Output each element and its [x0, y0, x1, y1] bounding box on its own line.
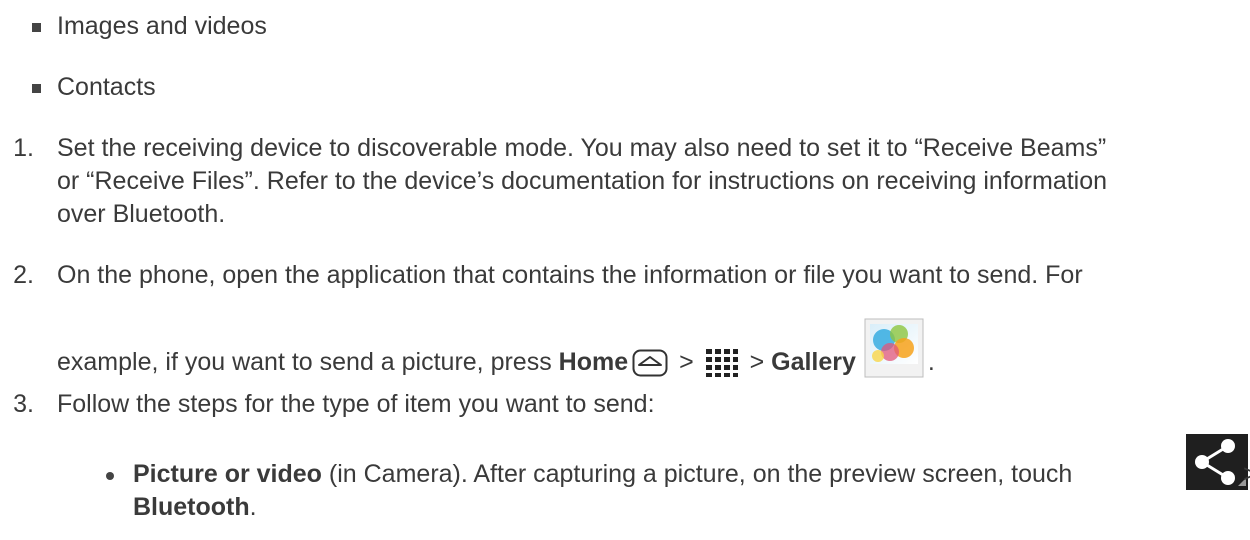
step-line: example, if you want to send a picture, …: [57, 318, 1230, 382]
square-bullet: [32, 84, 41, 93]
home-key-icon: [632, 349, 668, 377]
step-line: or “Receive Files”. Refer to the device’…: [57, 167, 1108, 195]
separator: >: [672, 348, 701, 376]
square-bullet: [32, 23, 41, 32]
sub-bullet-text: (in Camera). After capturing a picture, …: [321, 460, 1073, 488]
step-text: example, if you want to send a picture, …: [57, 348, 559, 376]
bullet-text: Images and videos: [57, 12, 267, 40]
step-line: over Bluetooth.: [57, 200, 226, 228]
bullet-text: Contacts: [57, 73, 156, 101]
step-number: 3.: [13, 390, 34, 418]
period: .: [249, 493, 257, 521]
sub-bullet-body: Picture or video (in Camera). After capt…: [133, 434, 1250, 491]
gallery-app-icon: [864, 318, 924, 378]
period: .: [927, 348, 935, 376]
apps-grid-icon: [705, 348, 739, 378]
share-icon: [1186, 434, 1250, 492]
sub-bullet-line: Bluetooth.: [133, 491, 257, 524]
round-bullet: [106, 472, 114, 480]
sub-bullet-label: Picture or video: [133, 460, 322, 488]
step-number: 1.: [13, 134, 34, 162]
home-label: Home: [558, 348, 629, 376]
step-line: Set the receiving device to discoverable…: [57, 134, 1107, 162]
step-line: Follow the steps for the type of item yo…: [57, 390, 655, 418]
bluetooth-label: Bluetooth: [133, 493, 250, 521]
separator: >: [1243, 458, 1250, 491]
step-number: 2.: [13, 261, 34, 289]
step-line: On the phone, open the application that …: [57, 261, 1083, 289]
separator: >: [742, 348, 772, 376]
gallery-label: Gallery: [771, 348, 856, 376]
